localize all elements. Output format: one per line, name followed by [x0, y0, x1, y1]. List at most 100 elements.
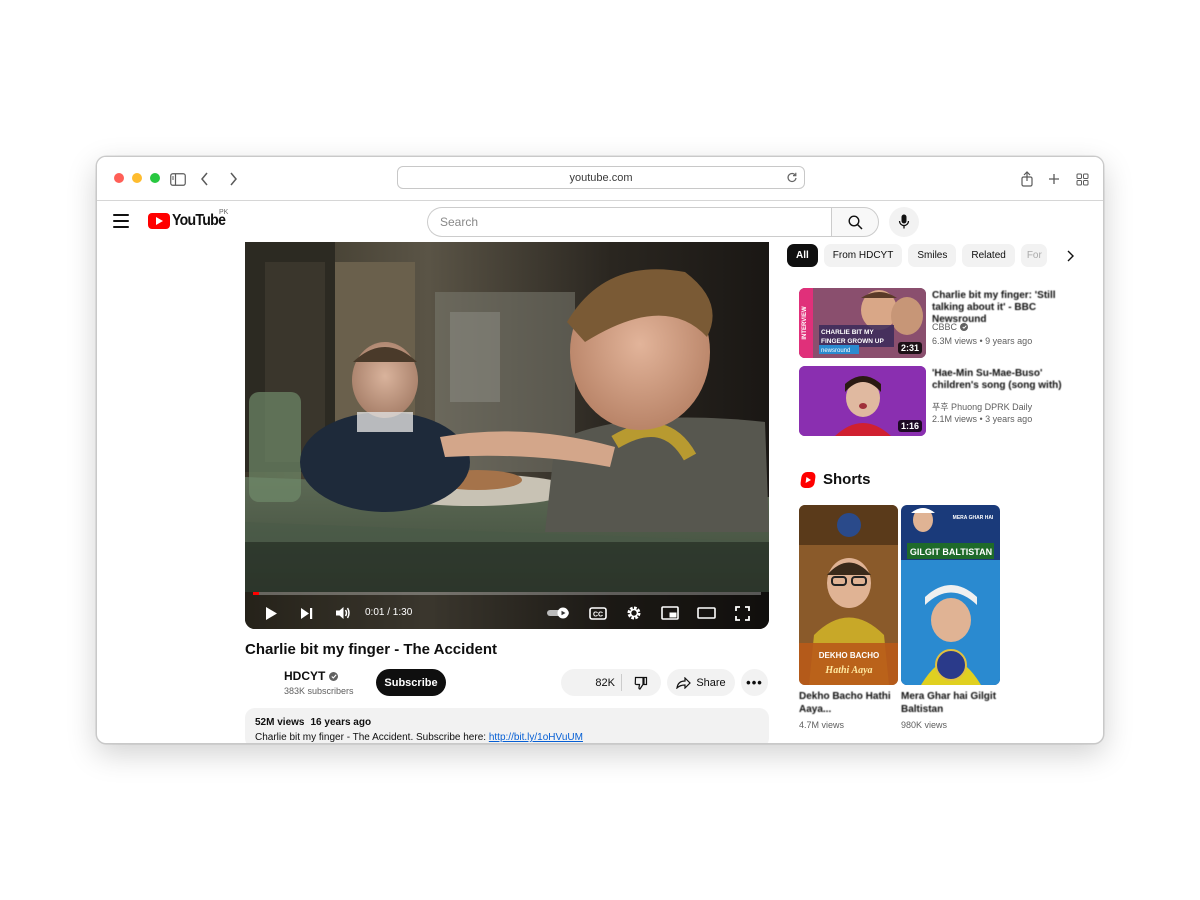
short-caption-bottom: Hathi Aaya: [824, 665, 872, 676]
recommended-video-stats: 2.1M views • 3 years ago: [932, 414, 1033, 424]
share-page-icon[interactable]: [1017, 169, 1037, 189]
zoom-window-button[interactable]: [150, 173, 160, 183]
video-thumbnail[interactable]: INTERVIEW CHARLIE BIT MY FINGER GROWN UP…: [799, 288, 926, 358]
filter-chips: All From HDCYT Smiles Related For: [787, 244, 1047, 267]
short-thumbnail[interactable]: DEKHO BACHO Hathi Aaya: [799, 505, 898, 685]
description-box[interactable]: 52M views 16 years ago Charlie bit my fi…: [245, 708, 769, 743]
player-controls: 0:01 / 1:30 CC: [245, 598, 769, 628]
share-button[interactable]: Share: [667, 669, 735, 696]
recommended-channel[interactable]: CBBC: [932, 322, 969, 332]
like-button[interactable]: 82K: [561, 677, 621, 689]
svg-text:CC: CC: [593, 611, 603, 618]
thumbnail-badge: INTERVIEW: [802, 306, 808, 340]
youtube-play-logo-icon: [148, 213, 170, 229]
microphone-icon: [898, 214, 910, 229]
video-duration: 1:16: [897, 420, 922, 432]
miniplayer-button[interactable]: [659, 602, 681, 624]
close-window-button[interactable]: [114, 173, 124, 183]
video-player[interactable]: 0:01 / 1:30 CC: [245, 242, 769, 629]
subscribe-button[interactable]: Subscribe: [376, 669, 446, 696]
recommended-channel[interactable]: 푸후 Phuong DPRK Daily: [932, 400, 1032, 413]
fullscreen-icon: [734, 605, 750, 621]
play-button[interactable]: [261, 602, 281, 624]
recommended-channel-name: 푸후 Phuong DPRK Daily: [932, 402, 1033, 412]
video-frame: [245, 242, 769, 629]
shorts-heading: Shorts: [799, 471, 871, 488]
skip-next-icon: [301, 607, 313, 619]
verified-icon: [960, 323, 969, 331]
progress-fill: [253, 592, 259, 595]
short-views: 4.7M views: [799, 720, 845, 730]
channel-name-text: HDCYT: [284, 669, 326, 683]
captions-icon: CC: [589, 606, 607, 620]
chip-smiles[interactable]: Smiles: [908, 244, 957, 267]
volume-icon: [336, 607, 350, 619]
short-thumbnail[interactable]: MERA GHAR HAI GILGIT BALTISTAN: [901, 505, 1000, 685]
description-text: Charlie bit my finger - The Accident. Su…: [255, 732, 759, 743]
thumbnail-brand: newsround: [821, 348, 850, 354]
autoplay-toggle[interactable]: [545, 602, 573, 624]
short-title[interactable]: Mera Ghar hai Gilgit Baltistan: [901, 690, 1000, 716]
thumbnail-caption: CHARLIE BIT MY: [821, 329, 874, 336]
short-caption-top: DEKHO BACHO: [819, 651, 879, 660]
description-link[interactable]: http://bit.ly/1oHVuUM: [489, 732, 583, 743]
chips-next-button[interactable]: [1060, 246, 1080, 266]
short-item[interactable]: DEKHO BACHO Hathi Aaya Dekho Bacho Hathi…: [799, 505, 898, 730]
thumbs-down-icon: [634, 676, 648, 690]
chip-from-hdcyt[interactable]: From HDCYT: [823, 244, 903, 267]
like-dislike-group: 82K: [561, 669, 661, 696]
chip-all[interactable]: All: [787, 244, 818, 267]
logo-text: YouTube: [172, 212, 226, 229]
next-video-button[interactable]: [297, 602, 317, 624]
chip-for[interactable]: For: [1020, 244, 1047, 267]
forward-icon[interactable]: [223, 169, 243, 189]
search-button[interactable]: [831, 207, 879, 237]
theater-mode-button[interactable]: [695, 602, 717, 624]
share-label: Share: [696, 676, 726, 689]
channel-name[interactable]: HDCYT: [284, 669, 339, 683]
autoplay-toggle-icon: [547, 607, 569, 619]
video-thumbnail[interactable]: 1:16: [799, 366, 926, 436]
short-item[interactable]: MERA GHAR HAI GILGIT BALTISTAN Mera Ghar…: [901, 505, 1000, 730]
new-tab-icon[interactable]: [1044, 169, 1064, 189]
back-icon[interactable]: [195, 169, 215, 189]
url-text: youtube.com: [569, 171, 633, 184]
search-input[interactable]: [427, 207, 831, 237]
short-title[interactable]: Dekho Bacho Hathi Aaya...: [799, 690, 898, 716]
browser-window: youtube.com YouTube PK Search 0:01 / 1:3…: [96, 156, 1104, 744]
tab-overview-icon[interactable]: [1072, 169, 1092, 189]
thumbnail-caption-2: FINGER GROWN UP: [821, 338, 884, 345]
youtube-header: YouTube PK: [97, 202, 1103, 242]
recommended-video-title[interactable]: 'Hae-Min Su-Mae-Buso' children's song (s…: [932, 368, 1062, 392]
search-bar: [427, 207, 879, 237]
theater-mode-icon: [696, 607, 716, 619]
reload-icon[interactable]: [786, 171, 798, 186]
address-bar[interactable]: youtube.com: [397, 166, 805, 189]
view-count: 52M views: [255, 717, 305, 728]
recommended-video[interactable]: INTERVIEW CHARLIE BIT MY FINGER GROWN UP…: [799, 288, 1099, 358]
time-display: 0:01 / 1:30: [365, 607, 413, 618]
captions-button[interactable]: CC: [587, 602, 609, 624]
play-icon: [265, 606, 277, 620]
fullscreen-button[interactable]: [731, 602, 753, 624]
chip-related[interactable]: Related: [962, 244, 1015, 267]
mute-button[interactable]: [332, 602, 354, 624]
more-actions-button[interactable]: •••: [741, 669, 768, 696]
minimize-window-button[interactable]: [132, 173, 142, 183]
shorts-icon: [799, 471, 817, 488]
short-caption-top: GILGIT BALTISTAN: [910, 547, 992, 557]
menu-icon[interactable]: [113, 214, 129, 228]
shorts-title: Shorts: [823, 471, 871, 488]
miniplayer-icon: [661, 606, 679, 620]
recommended-video-title[interactable]: Charlie bit my finger: 'Still talking ab…: [932, 290, 1062, 326]
video-title: Charlie bit my finger - The Accident: [245, 641, 497, 658]
settings-button[interactable]: [623, 602, 645, 624]
gear-icon: [627, 606, 641, 620]
voice-search-button[interactable]: [889, 207, 919, 237]
short-caption-small: MERA GHAR HAI: [953, 515, 994, 521]
recommended-video[interactable]: 1:16 'Hae-Min Su-Mae-Buso' children's so…: [799, 366, 1099, 436]
sidebar-toggle-icon[interactable]: [168, 169, 188, 189]
dislike-button[interactable]: [622, 676, 660, 690]
progress-bar[interactable]: [253, 592, 761, 595]
short-thumbnail-image: MERA GHAR HAI GILGIT BALTISTAN: [901, 505, 1000, 685]
